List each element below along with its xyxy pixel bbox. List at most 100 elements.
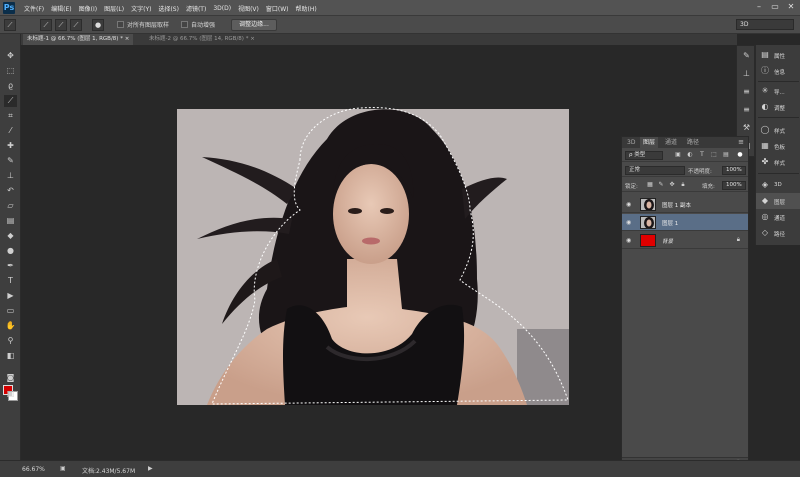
brush-preset-icon[interactable]: ✎ (741, 50, 752, 61)
menu-3d[interactable]: 3D(D) (213, 5, 231, 12)
zoom-tool-icon[interactable]: ⚲ (4, 335, 17, 347)
minimize-button[interactable]: – (754, 2, 764, 12)
lock-transparent-icon[interactable]: ▦ (646, 181, 654, 189)
quick-mask-icon[interactable]: ◙ (4, 372, 17, 384)
layer-row-selected[interactable]: ◉ 图层 1 (622, 214, 748, 231)
quick-selection-tool-icon[interactable]: ⟋ (4, 95, 17, 107)
dock-paths[interactable]: ◇ 路径 (756, 225, 800, 241)
brush-size-icon[interactable]: ● (92, 19, 104, 31)
menu-window[interactable]: 窗口(W) (266, 4, 289, 13)
auto-enhance-checkbox[interactable] (181, 21, 188, 28)
tab-layers[interactable]: 图层 (640, 137, 659, 148)
tool-presets-icon[interactable]: ⚒ (741, 122, 752, 133)
menu-select[interactable]: 选择(S) (158, 4, 179, 13)
type-tool-icon[interactable]: T (4, 275, 17, 287)
dock-info[interactable]: ⓘ 信息 (756, 63, 800, 79)
zoom-level[interactable]: 66.67% (22, 466, 45, 473)
menu-file[interactable]: 文件(F) (24, 4, 44, 13)
gradient-tool-icon[interactable]: ▤ (4, 215, 17, 227)
history-brush-tool-icon[interactable]: ↶ (4, 185, 17, 197)
subtract-from-selection-icon[interactable]: ⟋ (70, 19, 82, 31)
hand-tool-icon[interactable]: ✋ (4, 320, 17, 332)
dock-channels[interactable]: ◎ 通道 (756, 209, 800, 225)
lasso-tool-icon[interactable]: ϱ (4, 80, 17, 92)
layer-filter-row: ρ 类型 ▣ ◐ T ⬚ ▤ ● (622, 149, 748, 162)
tab-channels[interactable]: 通道 (662, 137, 680, 148)
filter-smart-icon[interactable]: ▤ (722, 151, 730, 159)
menu-layer[interactable]: 图层(L) (104, 4, 124, 13)
eyedropper-tool-icon[interactable]: ⁄ (4, 125, 17, 137)
brush-tool-icon[interactable]: ✎ (4, 155, 17, 167)
layer-name[interactable]: 图层 1 (662, 219, 678, 227)
lock-all-icon[interactable]: 🔒︎ (679, 181, 687, 189)
filter-adjustment-icon[interactable]: ◐ (686, 151, 694, 159)
close-button[interactable]: ✕ (786, 2, 796, 12)
marquee-tool-icon[interactable]: ⬚ (4, 65, 17, 77)
default-colors-icon[interactable]: ◧ (4, 350, 17, 362)
dock-swatches[interactable]: ▦ 色板 (756, 138, 800, 154)
fill-input[interactable]: 100% (722, 181, 746, 190)
layer-name[interactable]: 背景 (662, 237, 673, 245)
dock-navigator[interactable]: ✳ 导... (756, 83, 800, 99)
dock-styles[interactable]: ◯ 样式 (756, 122, 800, 138)
opacity-input[interactable]: 100% (722, 166, 746, 175)
filter-pixel-icon[interactable]: ▣ (674, 151, 682, 159)
menu-view[interactable]: 视图(V) (238, 4, 259, 13)
visibility-eye-icon[interactable]: ◉ (626, 201, 634, 208)
visibility-eye-icon[interactable]: ◉ (626, 237, 634, 244)
menu-edit[interactable]: 编辑(E) (51, 4, 71, 13)
kind-filter-select[interactable]: ρ 类型 (625, 151, 663, 160)
close-icon[interactable]: × (250, 36, 255, 42)
layer-name[interactable]: 图层 1 副本 (662, 201, 691, 209)
crop-tool-icon[interactable]: ⌗ (4, 110, 17, 122)
dock-style[interactable]: ✤ 样式 (756, 154, 800, 170)
move-tool-icon[interactable]: ✥ (4, 50, 17, 62)
menu-filter[interactable]: 滤镜(T) (186, 4, 206, 13)
restore-button[interactable]: ▭ (770, 2, 780, 12)
panel-menu-icon[interactable]: ≡ (738, 138, 744, 146)
sample-all-layers-checkbox[interactable] (117, 21, 124, 28)
add-to-selection-icon[interactable]: ⟋ (55, 19, 67, 31)
layer-row-background[interactable]: ◉ 背景 🔒︎ (622, 232, 748, 249)
dodge-tool-icon[interactable]: ● (4, 245, 17, 257)
document-tab-2[interactable]: 未标题-2 @ 66.7% (图层 14, RGB/8) * × (145, 34, 259, 45)
lock-position-icon[interactable]: ✥ (668, 181, 676, 189)
quick-selection-preset-icon[interactable]: ⟋ (4, 19, 16, 31)
dock-properties[interactable]: ▤ 属性 (756, 47, 800, 63)
paragraph-icon[interactable]: ≡ (741, 104, 752, 115)
filter-shape-icon[interactable]: ⬚ (710, 151, 718, 159)
tab-paths[interactable]: 路径 (684, 137, 702, 148)
layer-row[interactable]: ◉ 图层 1 副本 (622, 196, 748, 213)
path-selection-tool-icon[interactable]: ▶ (4, 290, 17, 302)
menu-image[interactable]: 图像(I) (79, 4, 97, 13)
close-icon[interactable]: × (125, 36, 130, 42)
eraser-tool-icon[interactable]: ▱ (4, 200, 17, 212)
clone-stamp-tool-icon[interactable]: ⊥ (4, 170, 17, 182)
menu-type[interactable]: 文字(Y) (131, 4, 151, 13)
clone-source-icon[interactable]: ⊥ (741, 68, 752, 79)
tab-label: 未标题-1 @ 66.7% (图层 1, RGB/8) * (27, 36, 123, 42)
status-menu-icon[interactable]: ▣ (60, 465, 66, 472)
filter-type-icon[interactable]: T (698, 151, 706, 159)
pen-tool-icon[interactable]: ✒ (4, 260, 17, 272)
shape-tool-icon[interactable]: ▭ (4, 305, 17, 317)
dock-layers[interactable]: ◆ 图层 (756, 193, 800, 209)
status-arrow-icon[interactable]: ▶ (148, 465, 153, 472)
healing-brush-tool-icon[interactable]: ✚ (4, 140, 17, 152)
screen-mode-icon[interactable]: ▣ (4, 388, 17, 400)
blur-tool-icon[interactable]: ◆ (4, 230, 17, 242)
new-selection-icon[interactable]: ⟋ (40, 19, 52, 31)
blend-mode-select[interactable]: 正常 (625, 166, 685, 175)
dock-3d[interactable]: ◈ 3D (756, 177, 800, 193)
refine-edge-button[interactable]: 调整边缘... (231, 19, 277, 31)
visibility-eye-icon[interactable]: ◉ (626, 219, 634, 226)
workspace-select[interactable]: 3D (736, 19, 794, 30)
tab-3d[interactable]: 3D (624, 137, 638, 148)
dock-adjustments[interactable]: ◐ 调整 (756, 99, 800, 115)
document-image[interactable] (177, 109, 569, 405)
document-tab-1[interactable]: 未标题-1 @ 66.7% (图层 1, RGB/8) * × (23, 34, 134, 45)
menu-help[interactable]: 帮助(H) (296, 4, 317, 13)
filter-toggle-icon[interactable]: ● (736, 151, 744, 159)
lock-image-icon[interactable]: ✎ (657, 181, 665, 189)
character-icon[interactable]: ≡ (741, 86, 752, 97)
